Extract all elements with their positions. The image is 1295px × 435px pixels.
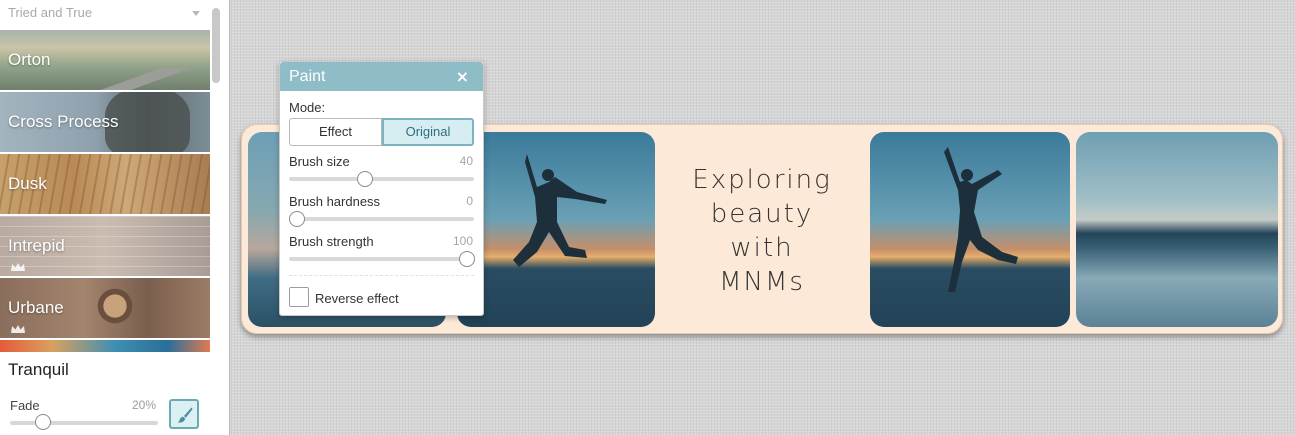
caption-line: with <box>730 233 794 263</box>
brush-hardness-value: 0 <box>466 194 473 208</box>
effect-label: Urbane <box>8 298 64 317</box>
brush-hardness-track[interactable] <box>289 217 474 221</box>
selected-effect-thumbnail <box>0 340 210 352</box>
mode-effect-button[interactable]: Effect <box>289 118 382 146</box>
caption-line: beauty <box>710 199 814 229</box>
mode-original-button[interactable]: Original <box>382 118 474 146</box>
jumping-woman-silhouette <box>944 147 1018 292</box>
brush-hardness-label: Brush hardness <box>289 194 381 209</box>
selected-effect-name: Tranquil <box>8 360 69 379</box>
crown-icon <box>11 263 25 271</box>
reverse-effect-label[interactable]: Reverse effect <box>315 291 399 306</box>
collage-photo-beach-2[interactable] <box>1076 132 1278 327</box>
sidebar-scrollbar[interactable] <box>212 8 220 83</box>
category-label: Tried and True <box>8 5 93 20</box>
collage-photo-jumping-man[interactable] <box>457 132 655 327</box>
fade-slider-thumb[interactable] <box>35 414 51 430</box>
close-icon[interactable]: × <box>456 67 469 86</box>
effect-label: Dusk <box>8 174 47 193</box>
effect-tile-dusk[interactable]: Dusk <box>0 154 210 214</box>
effects-sidebar: Tried and True Orton Cross Process Dusk … <box>0 0 230 435</box>
brush-size-thumb[interactable] <box>357 171 373 187</box>
effects-list: Tried and True Orton Cross Process Dusk … <box>0 0 210 435</box>
effect-label: Intrepid <box>8 236 65 255</box>
crown-icon <box>11 325 25 333</box>
thumbnail-camera <box>95 286 135 326</box>
paintbrush-icon <box>177 407 193 423</box>
brush-strength-track[interactable] <box>289 257 474 261</box>
category-dropdown[interactable]: Tried and True <box>0 0 210 28</box>
thumbnail-road <box>100 68 190 90</box>
effect-tile-orton[interactable]: Orton <box>0 30 210 90</box>
effect-tile-urbane[interactable]: Urbane <box>0 278 210 338</box>
chevron-down-icon <box>192 11 200 16</box>
effect-tile-cross-process[interactable]: Cross Process <box>0 92 210 152</box>
brush-size-value: 40 <box>459 154 473 168</box>
dialog-title: Paint <box>289 68 326 85</box>
dialog-divider <box>289 275 474 276</box>
brush-size-track[interactable] <box>289 177 474 181</box>
reverse-effect-checkbox[interactable] <box>289 287 309 307</box>
caption-line: Exploring <box>692 165 832 195</box>
mode-label: Mode: <box>289 100 326 115</box>
jumping-man-silhouette <box>513 154 607 267</box>
brush-size-label: Brush size <box>289 154 350 169</box>
collage-photo-jumping-woman[interactable] <box>870 132 1070 327</box>
collage-caption[interactable]: Exploring beauty with MNMs <box>662 163 862 299</box>
fade-value: 20% <box>132 398 157 412</box>
paint-brush-button[interactable] <box>169 399 199 429</box>
brush-strength-label: Brush strength <box>289 234 374 249</box>
brush-hardness-thumb[interactable] <box>289 211 305 227</box>
brush-strength-value: 100 <box>452 234 473 248</box>
dialog-header[interactable]: Paint × <box>280 62 483 91</box>
effect-tile-intrepid[interactable]: Intrepid <box>0 216 210 276</box>
effect-label: Cross Process <box>8 112 119 131</box>
fade-slider-track[interactable] <box>10 421 158 425</box>
fade-label: Fade <box>10 398 40 413</box>
paint-dialog: Paint × Mode: Effect Original Brush size… <box>279 61 484 316</box>
caption-line: MNMs <box>719 267 805 297</box>
effect-label: Orton <box>8 50 51 69</box>
brush-strength-thumb[interactable] <box>459 251 475 267</box>
